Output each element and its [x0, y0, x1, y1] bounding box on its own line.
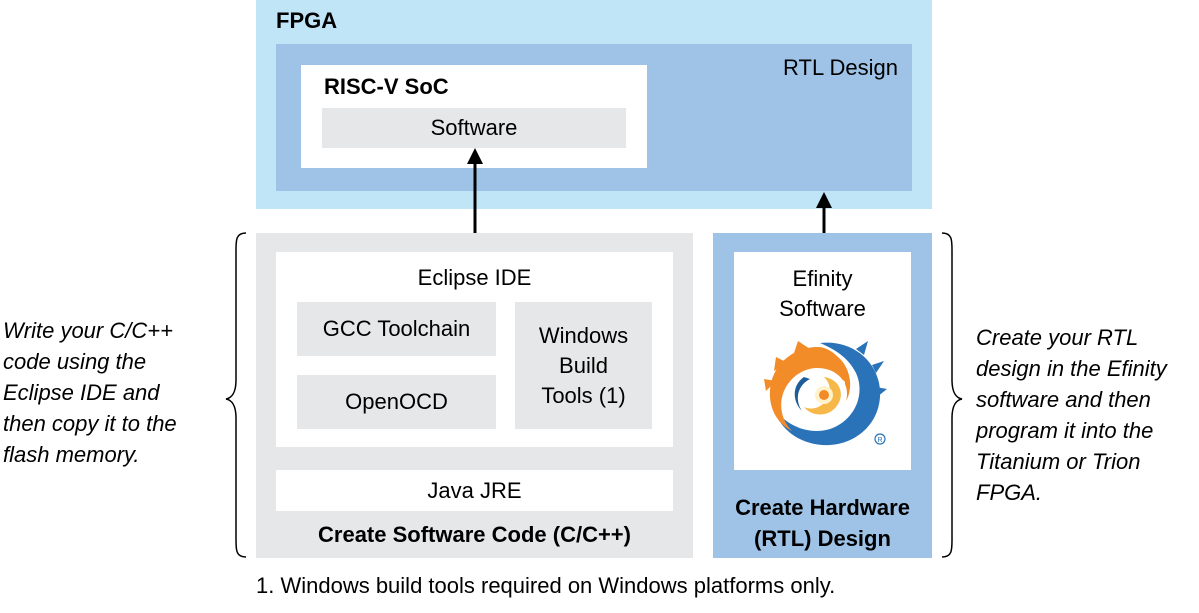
- connectors-overlay: [225, 148, 963, 558]
- software-arrow: [467, 148, 483, 233]
- hardware-arrow: [816, 192, 832, 233]
- right-brace: [941, 232, 963, 558]
- left-brace: [225, 232, 247, 558]
